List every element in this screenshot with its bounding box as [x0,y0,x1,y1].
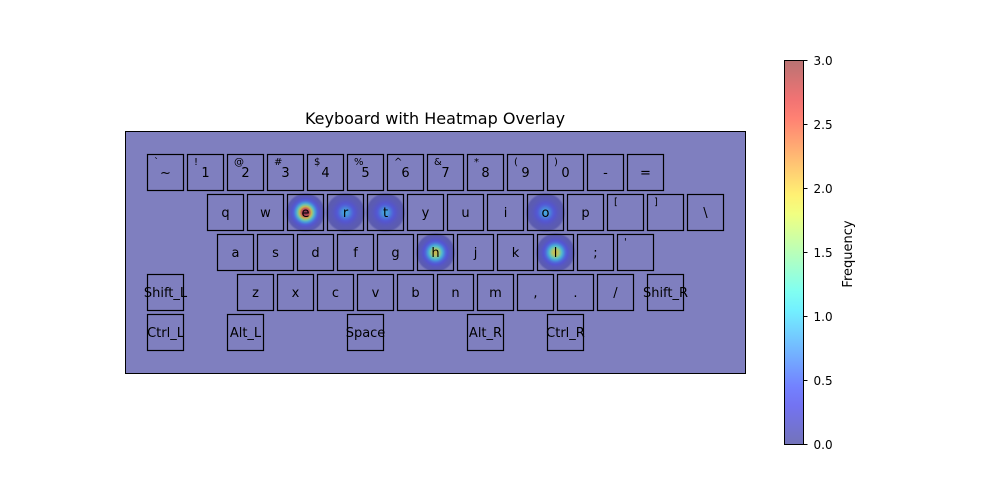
key-label: z [252,286,259,301]
key-shift-label: & [434,157,442,168]
key-label: 3 [281,166,289,181]
key-label: f [353,246,358,261]
key-shift-label: ! [194,157,198,168]
colorbar-tick-label: 2.5 [814,118,833,132]
key-label: u [461,206,469,221]
key-label: m [489,286,502,301]
key-label: n [451,286,459,301]
colorbar-label: Frequency [841,220,856,287]
key-label: d [311,246,319,261]
key-shift-label: * [474,157,479,168]
key-label: Ctrl_L [147,326,185,341]
key-label: v [372,286,380,301]
colorbar-tick-label: 1.0 [814,310,833,324]
key-label: e [302,206,310,221]
key-label: t [383,206,388,221]
key-label: a [232,246,240,261]
key-label: s [272,246,279,261]
key-label: 0 [561,166,569,181]
key-label: Alt_L [230,326,262,341]
chart-title: Keyboard with Heatmap Overlay [305,109,565,128]
key-label: , [533,286,537,301]
colorbar-ticks: 0.0 0.5 1.0 1.5 2.0 2.5 3.0 [803,54,833,452]
key-label: i [504,206,508,221]
key-label: r [343,206,349,221]
colorbar-tick-label: 2.0 [814,182,833,196]
key-label: 7 [441,166,449,181]
key-label: b [411,286,419,301]
colorbar-tick-label: 3.0 [814,54,833,68]
key-label: 2 [241,166,249,181]
key-label: k [512,246,520,261]
keyboard-heatmap-figure: Keyboard with Heatmap Overlay ~` 1! 2@3#4$… [125,54,856,452]
key-label: p [581,206,589,221]
key-shift-label: @ [234,157,244,168]
key-label: q [221,206,229,221]
key-shift-label: ] [654,197,658,208]
colorbar-tick-label: 0.0 [814,438,833,452]
key-label: Shift_R [643,286,688,301]
key-label: l [554,246,558,261]
key-label: o [542,206,550,221]
key-label: . [573,286,577,301]
key-shift-label: ` [154,156,159,168]
key-label: \ [703,206,708,221]
key-label: ; [593,246,597,261]
key-label: Shift_L [144,286,188,301]
key-label: h [431,246,439,261]
key-label: y [422,206,430,221]
key-label: 9 [521,166,529,181]
key-label: = [640,166,651,181]
colorbar-tick-label: 0.5 [814,374,833,388]
key-label: Ctrl_R [546,326,585,341]
key-shift-label: ^ [394,157,402,168]
key-label: ~ [160,166,171,181]
key-label: / [613,286,618,301]
key-label: g [391,246,399,261]
key-shift-label: % [354,157,364,168]
key-label: c [332,286,339,301]
key-shift-label: ) [554,157,558,168]
key-shift-label: ( [514,157,518,168]
key-shift-label: $ [314,157,320,168]
key-label: Space [346,326,386,341]
key-label: 5 [361,166,369,181]
key-label: w [260,206,271,221]
key-shift-label: ' [624,237,627,248]
key-shift-label: [ [614,197,618,208]
key-shift-label: # [274,157,282,168]
key-label: 4 [321,166,329,181]
key-label: - [603,166,608,181]
key-label: x [292,286,300,301]
key-label: Alt_R [469,326,502,341]
colorbar [784,60,804,445]
key-label: 8 [481,166,489,181]
key-label: j [473,246,478,261]
key-label: 1 [201,166,209,181]
colorbar-tick-label: 1.5 [814,246,833,260]
key-label: 6 [401,166,409,181]
